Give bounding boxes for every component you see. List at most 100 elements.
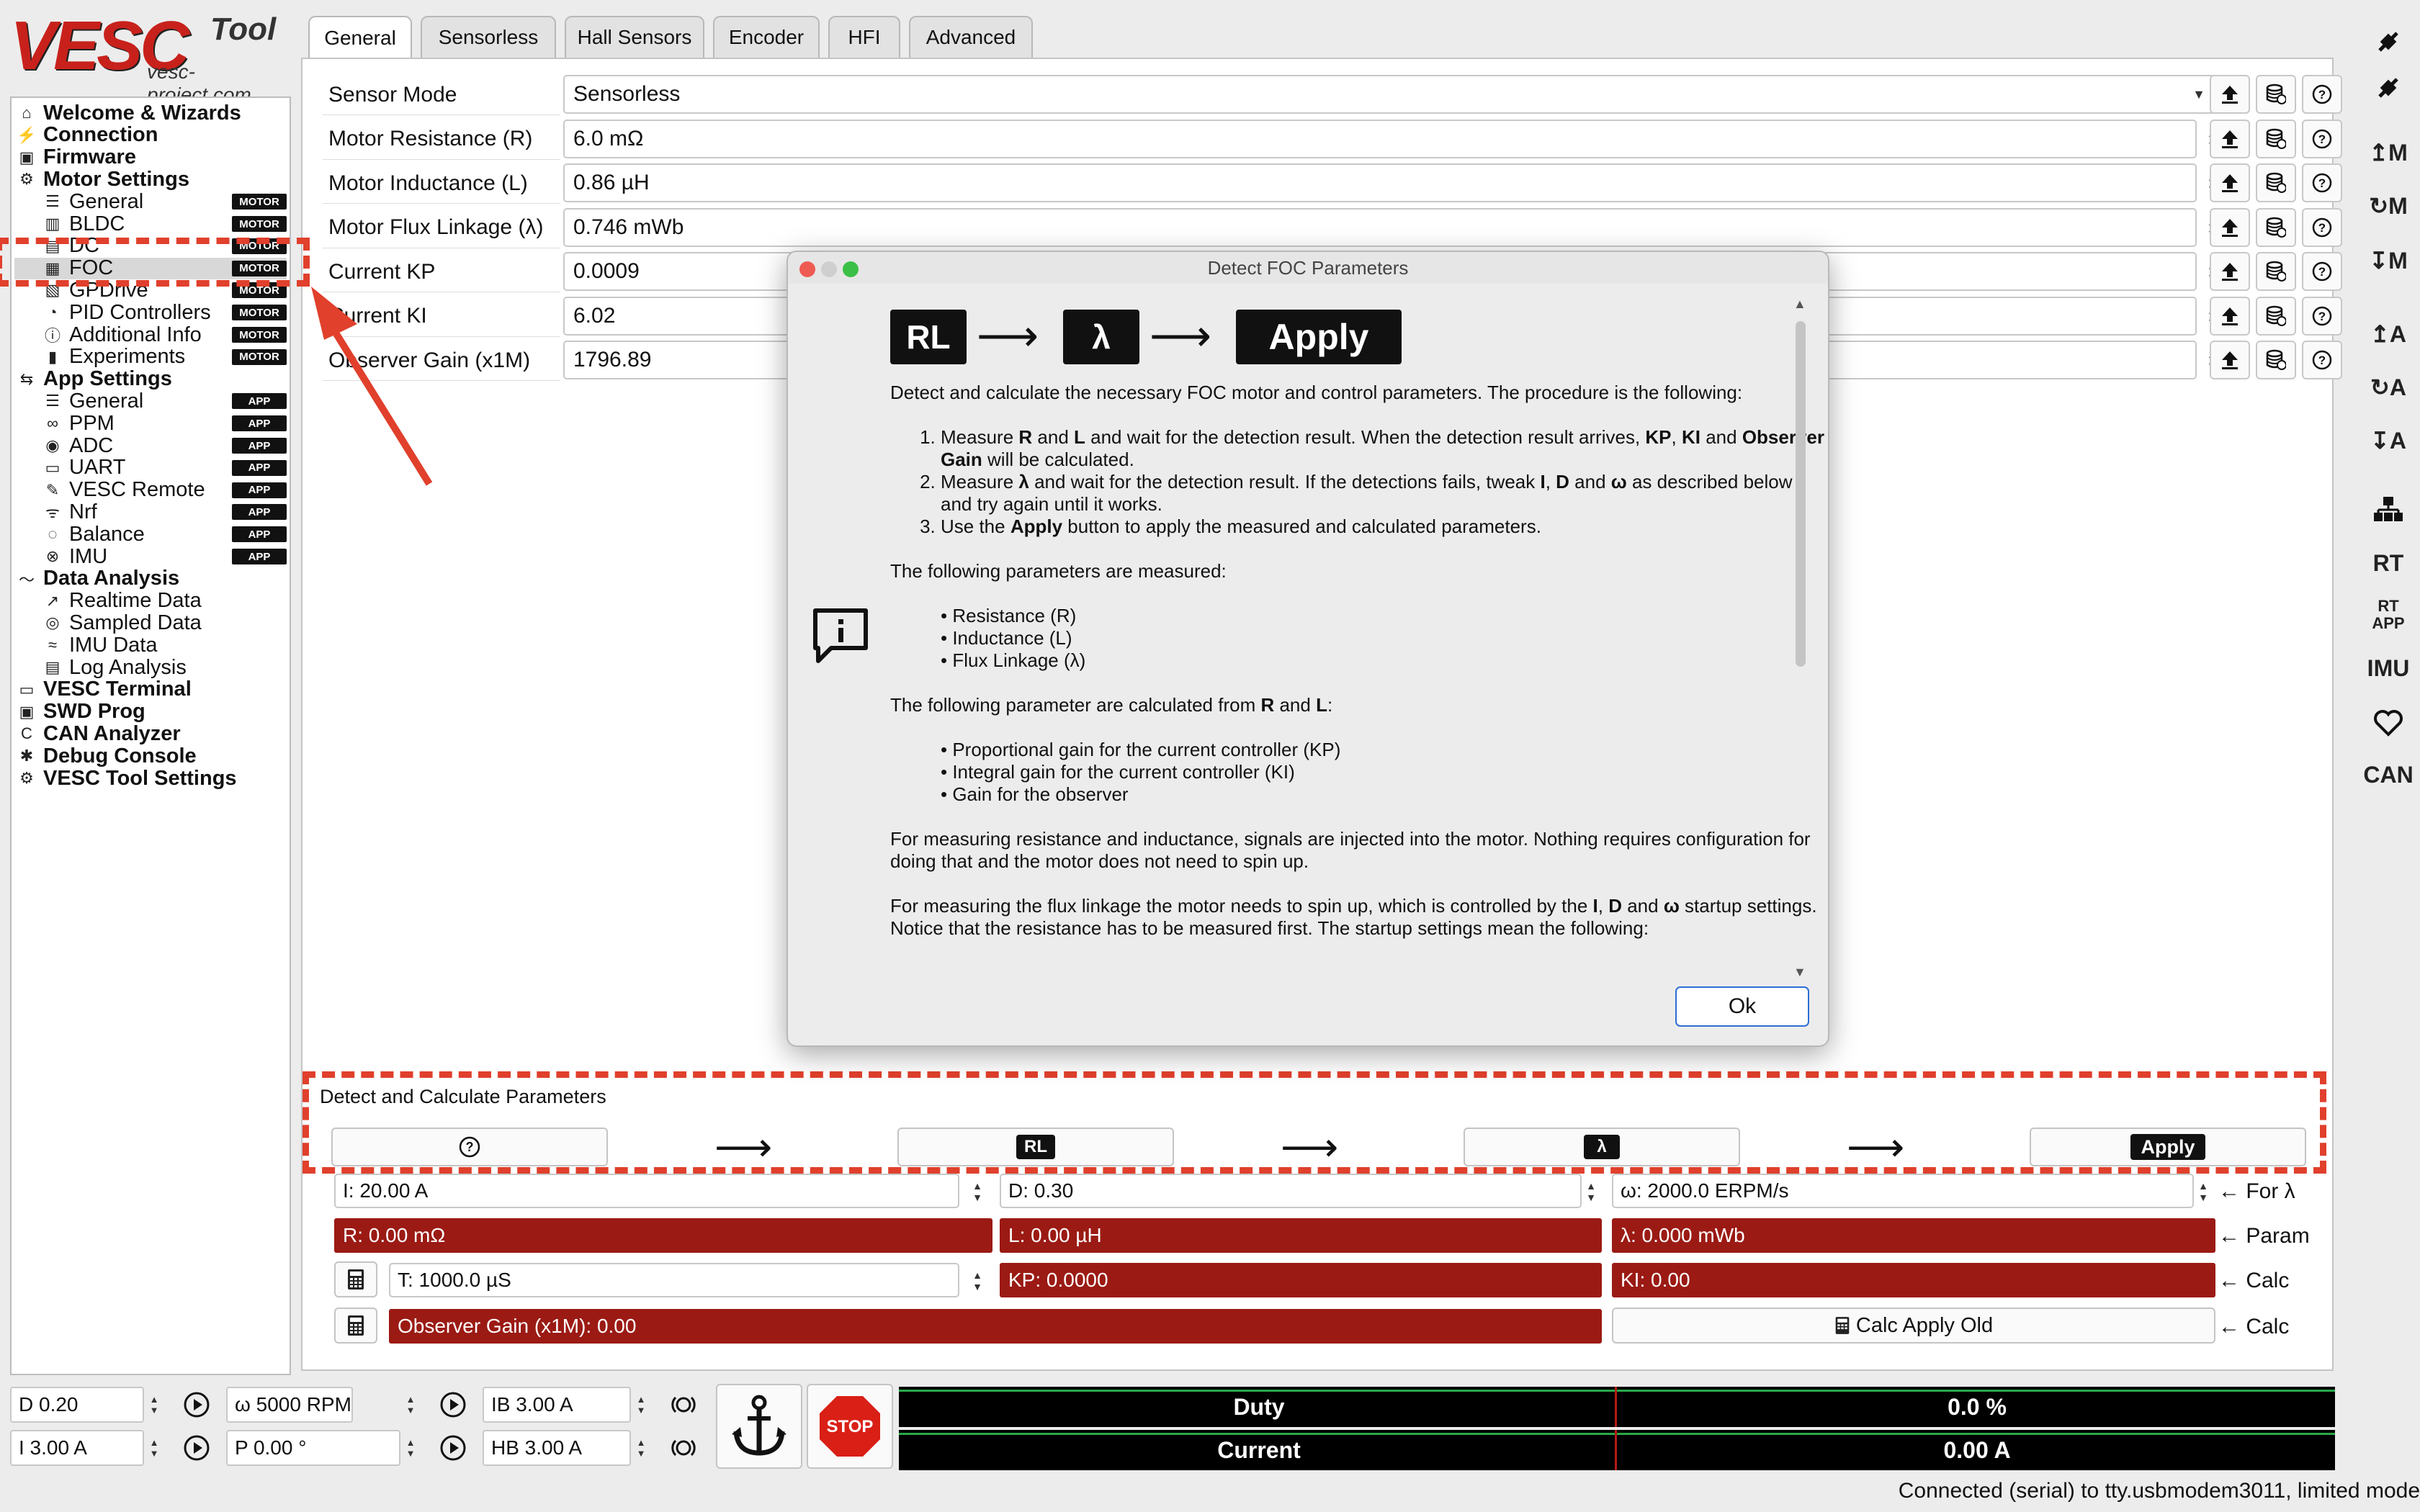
duty-field[interactable]: D 0.20 (10, 1387, 144, 1423)
sidebar-item-sampled-data[interactable]: ◎ Sampled Data (43, 611, 201, 634)
minimize-window-button[interactable] (821, 261, 837, 277)
write-motor-icon[interactable]: ↧M (2368, 240, 2408, 281)
run-speed-button[interactable] (435, 1387, 471, 1423)
can-fwd-icon[interactable]: CAN (2363, 755, 2413, 795)
database-icon[interactable] (2256, 296, 2296, 336)
help-icon[interactable]: ? (2302, 163, 2342, 202)
help-icon[interactable]: ? (2302, 252, 2342, 291)
startup-erpm-spinner[interactable]: ▲ ▼ (2192, 1172, 2214, 1211)
sidebar-item-pid-controllers[interactable]: ◔ PID Controllers (43, 301, 210, 324)
sidebar-item-balance[interactable]: ◌ Balance (43, 523, 144, 546)
sidebar-item-swd-prog[interactable]: ▣ SWD Prog (17, 700, 145, 723)
read-default-motor-icon[interactable]: ↻M (2368, 186, 2408, 226)
database-icon[interactable] (2256, 252, 2296, 291)
brake-spinner[interactable]: ▲ ▼ (631, 1387, 651, 1423)
sidebar-item-connection[interactable]: ⚡ Connection (17, 123, 158, 146)
scrollbar-thumb[interactable] (1796, 321, 1806, 667)
sidebar-item-uart[interactable]: ▭ UART (43, 456, 126, 479)
current-field[interactable]: I 3.00 A (10, 1430, 144, 1466)
sidebar-item-vesc-terminal[interactable]: ▭ VESC Terminal (17, 678, 192, 701)
upload-icon[interactable] (2210, 296, 2250, 336)
zoom-window-button[interactable] (843, 261, 859, 277)
chevron-down-icon[interactable]: ▼ (2188, 75, 2210, 114)
startup-current-spinner[interactable]: ▲ ▼ (967, 1172, 988, 1211)
handbrake-spinner[interactable]: ▲ ▼ (631, 1430, 651, 1466)
sidebar-item-vesc-remote[interactable]: ✎ VESC Remote (43, 478, 205, 501)
read-motor-icon[interactable]: ↥M (2368, 132, 2408, 173)
help-icon[interactable]: ? (2302, 341, 2342, 379)
brake-current-field[interactable]: IB 3.00 A (483, 1387, 631, 1423)
upload-icon[interactable] (2210, 207, 2250, 247)
tab-advanced[interactable]: Advanced (909, 16, 1033, 58)
upload-icon[interactable] (2210, 252, 2250, 291)
startup-current-field[interactable]: I: 20.00 A (334, 1174, 959, 1208)
sidebar-item-nrf[interactable]: ᯤ Nrf (43, 500, 97, 523)
sidebar-item-imu-data[interactable]: ≈ IMU Data (43, 634, 158, 657)
tab-sensorless[interactable]: Sensorless (421, 16, 556, 58)
sidebar-item-general[interactable]: ☰ General (43, 390, 143, 413)
read-default-app-icon[interactable]: ↻A (2368, 367, 2408, 408)
anchor-button[interactable] (716, 1384, 802, 1469)
speed-spinner[interactable]: ▲ ▼ (400, 1387, 421, 1423)
run-current-button[interactable] (179, 1430, 215, 1466)
startup-duty-field[interactable]: D: 0.30 (1000, 1174, 1582, 1208)
sidebar-item-imu[interactable]: ⊗ IMU (43, 545, 107, 568)
sidebar-item-bldc[interactable]: ▥ BLDC (43, 212, 125, 235)
param-value-field[interactable]: Sensorless (563, 75, 2223, 114)
can-devices-icon[interactable] (2368, 490, 2408, 530)
stop-button[interactable]: STOP (807, 1384, 893, 1469)
rt-data-icon[interactable]: RT (2368, 543, 2408, 583)
write-app-icon[interactable]: ↧A (2368, 420, 2408, 461)
sidebar-item-log-analysis[interactable]: ▤ Log Analysis (43, 656, 187, 679)
time-constant-field[interactable]: T: 1000.0 µS (389, 1263, 959, 1297)
sidebar-item-debug-console[interactable]: ✱ Debug Console (17, 744, 197, 768)
keepalive-icon[interactable] (2368, 703, 2408, 743)
database-icon[interactable] (2256, 75, 2296, 114)
upload-icon[interactable] (2210, 341, 2250, 379)
sidebar-item-ppm[interactable]: ∞ PPM (43, 412, 115, 435)
sidebar-item-experiments[interactable]: ▮ Experiments (43, 345, 185, 368)
sidebar-item-general[interactable]: ☰ General (43, 190, 143, 213)
help-icon[interactable]: ? (2302, 75, 2342, 114)
ok-button[interactable]: Ok (1675, 986, 1809, 1027)
param-value-field[interactable]: 0.746 mWb (563, 207, 2197, 247)
tab-general[interactable]: General (308, 16, 412, 59)
sidebar-item-additional-info[interactable]: ⓘ Additional Info (43, 323, 202, 346)
sidebar-item-welcome-wizards[interactable]: ⌂ Welcome & Wizards (17, 102, 241, 125)
upload-icon[interactable] (2210, 75, 2250, 114)
position-spinner[interactable]: ▲ ▼ (400, 1430, 421, 1466)
help-icon[interactable]: ? (2302, 207, 2342, 247)
sidebar-item-realtime-data[interactable]: ↗ Realtime Data (43, 589, 202, 612)
calculator-button[interactable] (334, 1261, 377, 1297)
read-app-icon[interactable]: ↥A (2368, 314, 2408, 354)
calc-apply-old-button[interactable]: Calc Apply Old (1612, 1308, 2215, 1344)
run-brake-button[interactable] (666, 1387, 702, 1423)
run-handbrake-button[interactable] (666, 1430, 702, 1466)
disconnect-icon[interactable] (2368, 68, 2408, 108)
database-icon[interactable] (2256, 207, 2296, 247)
scroll-up-arrow[interactable]: ▲ (1793, 297, 1806, 312)
speed-field[interactable]: ω 5000 RPM (226, 1387, 353, 1423)
scroll-down-arrow[interactable]: ▼ (1793, 965, 1806, 980)
dialog-scrollbar[interactable]: ▲ ▼ (1789, 297, 1812, 981)
imu-stream-icon[interactable]: IMU (2367, 648, 2410, 688)
sidebar-item-adc[interactable]: ◉ ADC (43, 434, 113, 457)
time-constant-spinner[interactable]: ▲ ▼ (967, 1261, 988, 1300)
run-position-button[interactable] (435, 1430, 471, 1466)
upload-icon[interactable] (2210, 119, 2250, 158)
tab-encoder[interactable]: Encoder (713, 16, 820, 58)
help-icon[interactable]: ? (2302, 296, 2342, 336)
position-field[interactable]: P 0.00 ° (226, 1430, 400, 1466)
param-value-field[interactable]: 6.0 mΩ (563, 119, 2197, 158)
param-value-field[interactable]: 0.86 µH (563, 163, 2197, 202)
startup-erpm-field[interactable]: ω: 2000.0 ERPM/s (1612, 1174, 2194, 1208)
rt-app-icon[interactable]: RT APP (2368, 595, 2408, 635)
tab-hall-sensors[interactable]: Hall Sensors (565, 16, 704, 58)
database-icon[interactable] (2256, 341, 2296, 379)
current-spinner[interactable]: ▲ ▼ (144, 1430, 164, 1466)
sidebar-item-vesc-tool-settings[interactable]: ⚙ VESC Tool Settings (17, 767, 236, 790)
sidebar-item-can-analyzer[interactable]: C CAN Analyzer (17, 722, 181, 745)
database-icon[interactable] (2256, 119, 2296, 158)
sidebar-item-firmware[interactable]: ▣ Firmware (17, 145, 136, 168)
close-window-button[interactable] (799, 261, 815, 277)
